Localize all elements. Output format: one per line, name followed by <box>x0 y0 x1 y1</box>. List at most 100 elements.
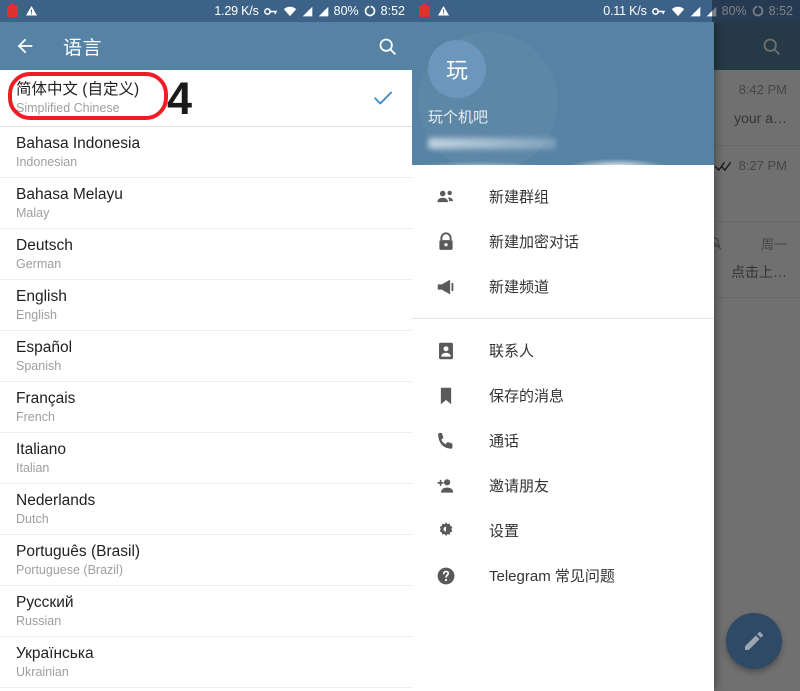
language-row[interactable]: Português (Brasil) Portuguese (Brazil) <box>0 535 412 586</box>
language-english-name: French <box>16 410 55 424</box>
signal-icon <box>302 6 313 17</box>
check-icon <box>372 87 394 109</box>
help-circle-icon <box>434 564 458 588</box>
language-english-name: Malay <box>16 206 50 220</box>
phone-icon <box>434 429 458 453</box>
drawer-menu-item[interactable]: 通话 <box>412 418 714 463</box>
network-speed-label: 0.11 K/s <box>603 4 647 18</box>
language-native-name: Español <box>16 339 73 356</box>
screenshot-root: 1.29 K/s 80% 8:52 语言 简体中文 (自定义) Simplifi… <box>0 0 800 691</box>
pencil-icon <box>742 629 766 653</box>
language-english-name: English <box>16 308 57 322</box>
drawer-menu-item-label: 通话 <box>489 433 520 450</box>
vpn-key-icon <box>263 6 278 17</box>
bookmark-icon <box>434 384 458 408</box>
right-status-bar: 0.11 K/s 80% 8:52 <box>412 0 800 22</box>
left-phone-screen: 1.29 K/s 80% 8:52 语言 简体中文 (自定义) Simplifi… <box>0 0 412 691</box>
language-native-name: Italiano <box>16 441 66 458</box>
profile-phone-blurred <box>428 138 556 149</box>
drawer-menu-item-label: 新建频道 <box>489 279 550 296</box>
language-native-name: Português (Brasil) <box>16 543 141 560</box>
language-row[interactable]: Deutsch German <box>0 229 412 280</box>
status-bar-left-icons <box>7 3 38 17</box>
back-arrow-icon[interactable] <box>14 35 36 57</box>
language-native-name: 简体中文 (自定义) <box>16 81 140 98</box>
left-status-bar: 1.29 K/s 80% 8:52 <box>0 0 412 22</box>
drawer-menu-item[interactable]: 邀请朋友 <box>412 463 714 508</box>
drawer-menu-item-label: 保存的消息 <box>489 388 565 405</box>
avatar[interactable]: 玩 <box>428 40 486 98</box>
drawer-header-cloud-overlay <box>412 147 714 165</box>
language-native-name: Bahasa Melayu <box>16 186 123 203</box>
language-native-name: Français <box>16 390 76 407</box>
language-list[interactable]: 简体中文 (自定义) Simplified Chinese Bahasa Indon… <box>0 70 412 688</box>
drawer-menu-item-label: 新建加密对话 <box>489 234 580 251</box>
search-icon[interactable] <box>377 36 398 57</box>
language-appbar: 语言 <box>0 22 412 70</box>
battery-percent-label: 80% <box>333 4 359 18</box>
language-native-name: English <box>16 288 67 305</box>
language-english-name: Ukrainian <box>16 665 69 679</box>
language-english-name: Russian <box>16 614 62 628</box>
drawer-menu[interactable]: 新建群组新建加密对话 新建频道联系人保存的消息通话邀请朋友设置 Telegram 常… <box>412 165 714 691</box>
language-native-name: Deutsch <box>16 237 73 254</box>
language-native-name: Nederlands <box>16 492 96 509</box>
language-english-name: Simplified Chinese <box>16 101 120 115</box>
language-row[interactable]: Русский Russian <box>0 586 412 637</box>
language-english-name: Indonesian <box>16 155 78 169</box>
right-phone-screen: 8:42 PMyour a…8:27 PM周一点击上… 玩 玩个机吧 新建群组新… <box>412 0 800 691</box>
annotation-step-number: 4 <box>167 73 193 124</box>
signal-icon <box>318 6 329 17</box>
status-bar-left-icons <box>419 3 450 17</box>
language-native-name: Українська <box>16 645 94 662</box>
page-title: 语言 <box>63 37 103 59</box>
language-english-name: Dutch <box>16 512 49 526</box>
profile-name: 玩个机吧 <box>428 109 489 126</box>
drawer-menu-item[interactable]: 新建群组 <box>412 174 714 219</box>
gear-icon <box>434 519 458 543</box>
group-people-icon <box>434 185 458 209</box>
network-speed-label: 1.29 K/s <box>214 4 259 18</box>
drawer-menu-item[interactable]: 新建频道 <box>412 264 714 309</box>
language-row[interactable]: 简体中文 (自定义) Simplified Chinese <box>0 70 412 127</box>
drawer-menu-item[interactable]: 联系人 <box>412 328 714 373</box>
drawer-divider <box>412 318 714 319</box>
status-bar-right-icons: 1.29 K/s 80% 8:52 <box>214 4 405 18</box>
battery-circle-icon <box>364 5 376 17</box>
drawer-menu-item-label: 设置 <box>489 523 520 540</box>
megaphone-icon <box>434 275 458 299</box>
language-row[interactable]: Italiano Italian <box>0 433 412 484</box>
language-row[interactable]: Bahasa Melayu Malay <box>0 178 412 229</box>
language-row[interactable]: Nederlands Dutch <box>0 484 412 535</box>
language-native-name: Bahasa Indonesia <box>16 135 141 152</box>
new-message-fab[interactable] <box>726 613 782 669</box>
person-add-icon <box>434 474 458 498</box>
signal-icon <box>690 6 701 17</box>
lock-icon <box>434 230 458 254</box>
language-row[interactable]: Українська Ukrainian <box>0 637 412 688</box>
status-bar-dim-mask <box>712 0 800 22</box>
warning-icon <box>25 5 38 17</box>
screen-record-icon <box>7 3 18 17</box>
language-english-name: Spanish <box>16 359 62 373</box>
drawer-menu-item-label: 邀请朋友 <box>489 478 550 495</box>
language-row[interactable]: English English <box>0 280 412 331</box>
drawer-header[interactable]: 玩 玩个机吧 <box>412 22 714 165</box>
drawer-menu-item-label: Telegram 常见问题 <box>489 568 615 585</box>
drawer-menu-item[interactable]: 保存的消息 <box>412 373 714 418</box>
wifi-icon <box>283 6 297 17</box>
language-row[interactable]: Bahasa Indonesia Indonesian <box>0 127 412 178</box>
language-english-name: Portuguese (Brazil) <box>16 563 123 577</box>
language-row[interactable]: Español Spanish <box>0 331 412 382</box>
drawer-menu-item[interactable]: 新建加密对话 <box>412 219 714 264</box>
language-english-name: Italian <box>16 461 50 475</box>
language-native-name: Русский <box>16 594 74 611</box>
wifi-icon <box>671 6 685 17</box>
language-row[interactable]: Français French <box>0 382 412 433</box>
contact-card-icon <box>434 339 458 363</box>
navigation-drawer: 玩 玩个机吧 新建群组新建加密对话 新建频道联系人保存的消息通话邀请朋友设置 Tel… <box>412 22 714 691</box>
screen-record-icon <box>419 3 430 17</box>
drawer-menu-item-label: 联系人 <box>489 343 535 360</box>
drawer-menu-item[interactable]: Telegram 常见问题 <box>412 553 714 598</box>
drawer-menu-item[interactable]: 设置 <box>412 508 714 553</box>
